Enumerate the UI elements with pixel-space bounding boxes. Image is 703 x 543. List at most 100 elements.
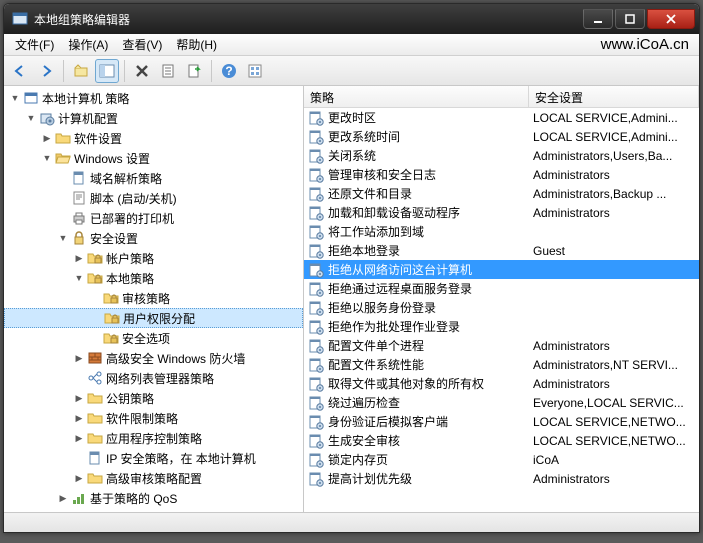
twist-icon[interactable]: ▶ (72, 393, 86, 404)
policy-row[interactable]: 还原文件和目录Administrators,Backup ... (304, 184, 699, 203)
policy-row[interactable]: 拒绝作为批处理作业登录 (304, 317, 699, 336)
tree-account-policies[interactable]: ▶帐户策略 (4, 248, 303, 268)
twist-icon[interactable]: ▼ (24, 113, 38, 123)
tree-security-settings[interactable]: ▼安全设置 (4, 228, 303, 248)
lockFolder-icon (87, 270, 103, 286)
tree-security-options[interactable]: 安全选项 (4, 328, 303, 348)
policy-label: 还原文件和目录 (328, 185, 412, 202)
policy-row[interactable]: 锁定内存页iCoA (304, 450, 699, 469)
policy-row[interactable]: 将工作站添加到域 (304, 222, 699, 241)
forward-button[interactable] (34, 59, 58, 83)
firewall-icon (87, 350, 103, 366)
tree-software-settings[interactable]: ▶软件设置 (4, 128, 303, 148)
help-button[interactable]: ? (217, 59, 241, 83)
twist-icon[interactable]: ▼ (8, 93, 22, 103)
minimize-button[interactable] (583, 9, 613, 29)
tree-audit-policy[interactable]: 审核策略 (4, 288, 303, 308)
menu-view[interactable]: 查看(V) (115, 34, 169, 55)
tree-public-key[interactable]: ▶公钥策略 (4, 388, 303, 408)
twist-icon[interactable]: ▶ (72, 413, 86, 424)
tree-root[interactable]: ▼ 本地计算机 策略 (4, 88, 303, 108)
policy-cell: 将工作站添加到域 (304, 223, 529, 240)
policy-row[interactable]: 配置文件单个进程Administrators (304, 336, 699, 355)
twist-icon[interactable]: ▶ (72, 253, 86, 264)
policy-row[interactable]: 拒绝以服务身份登录 (304, 298, 699, 317)
tree-label: IP 安全策略，在 本地计算机 (106, 450, 260, 467)
twist-icon[interactable]: ▼ (56, 233, 70, 243)
policy-row[interactable]: 配置文件系统性能Administrators,NT SERVI... (304, 355, 699, 374)
policy-row[interactable]: 拒绝从网络访问这台计算机 (304, 260, 699, 279)
menu-help[interactable]: 帮助(H) (169, 34, 224, 55)
tree-advanced-audit[interactable]: ▶ 高级审核策略配置 (4, 468, 303, 488)
tree-network-list[interactable]: 网络列表管理器策略 (4, 368, 303, 388)
show-hide-tree-button[interactable] (95, 59, 119, 83)
tree-printers[interactable]: 已部署的打印机 (4, 208, 303, 228)
policy-cell: 拒绝通过远程桌面服务登录 (304, 280, 529, 297)
tree-label: 审核策略 (122, 290, 174, 307)
tree-local-policies[interactable]: ▼ 本地策略 (4, 268, 303, 288)
policy-item-icon (308, 224, 324, 240)
tree-label: 高级审核策略配置 (106, 470, 206, 487)
tree-firewall[interactable]: ▶ 高级安全 Windows 防火墙 (4, 348, 303, 368)
tree-label: 高级安全 Windows 防火墙 (106, 350, 249, 367)
maximize-button[interactable] (615, 9, 645, 29)
tree-qos[interactable]: ▶基于策略的 QoS (4, 488, 303, 508)
twist-icon[interactable]: ▼ (40, 153, 54, 163)
twist-icon[interactable]: ▶ (40, 133, 54, 144)
twist-icon[interactable]: ▶ (72, 353, 86, 364)
policy-row[interactable]: 生成安全审核LOCAL SERVICE,NETWO... (304, 431, 699, 450)
delete-button[interactable] (130, 59, 154, 83)
policy-cell: 提高计划优先级 (304, 470, 529, 487)
lock-icon (71, 230, 87, 246)
tree-pane[interactable]: ▼ 本地计算机 策略▼计算机配置▶软件设置▼Windows 设置域名解析策略脚本 … (4, 86, 304, 512)
policy-row[interactable]: 提高计划优先级Administrators (304, 469, 699, 488)
tree-windows-settings[interactable]: ▼Windows 设置 (4, 148, 303, 168)
tree-label: 本地计算机 策略 (42, 90, 133, 107)
tree-label: 本地策略 (106, 270, 158, 287)
tree-app-control[interactable]: ▶应用程序控制策略 (4, 428, 303, 448)
policy-row[interactable]: 加载和卸载设备驱动程序Administrators (304, 203, 699, 222)
titlebar[interactable]: 本地组策略编辑器 (4, 4, 699, 34)
policy-cell: 拒绝从网络访问这台计算机 (304, 261, 529, 278)
policy-row[interactable]: 更改时区LOCAL SERVICE,Admini... (304, 108, 699, 127)
tree-user-rights[interactable]: 用户权限分配 (4, 308, 303, 328)
properties-button[interactable] (156, 59, 180, 83)
back-button[interactable] (8, 59, 32, 83)
twist-icon[interactable]: ▶ (56, 493, 70, 504)
twist-icon[interactable]: ▶ (72, 473, 86, 484)
policy-row[interactable]: 更改系统时间LOCAL SERVICE,Admini... (304, 127, 699, 146)
security-cell: Administrators (529, 472, 699, 486)
export-button[interactable] (182, 59, 206, 83)
security-cell: Administrators (529, 168, 699, 182)
twist-icon[interactable]: ▼ (72, 273, 86, 283)
policy-row[interactable]: 拒绝通过远程桌面服务登录 (304, 279, 699, 298)
col-policy[interactable]: 策略 (304, 86, 529, 107)
tree-scripts[interactable]: 脚本 (启动/关机) (4, 188, 303, 208)
tree-name-resolution[interactable]: 域名解析策略 (4, 168, 303, 188)
policy-row[interactable]: 绕过遍历检查Everyone,LOCAL SERVIC... (304, 393, 699, 412)
policy-label: 拒绝本地登录 (328, 242, 400, 259)
filter-button[interactable] (243, 59, 267, 83)
twist-icon[interactable]: ▶ (72, 433, 86, 444)
up-button[interactable] (69, 59, 93, 83)
list-body[interactable]: 更改时区LOCAL SERVICE,Admini...更改系统时间LOCAL S… (304, 108, 699, 512)
tree-label: 用户权限分配 (123, 310, 199, 327)
tree-computer-config[interactable]: ▼计算机配置 (4, 108, 303, 128)
tree-ipsec[interactable]: IP 安全策略，在 本地计算机 (4, 448, 303, 468)
policy-row[interactable]: 管理审核和安全日志Administrators (304, 165, 699, 184)
policy-label: 拒绝从网络访问这台计算机 (328, 261, 472, 278)
col-security[interactable]: 安全设置 (529, 86, 699, 107)
tree-software-restriction[interactable]: ▶软件限制策略 (4, 408, 303, 428)
tree-label: 已部署的打印机 (90, 210, 178, 227)
policy-cell: 还原文件和目录 (304, 185, 529, 202)
policy-cell: 绕过遍历检查 (304, 394, 529, 411)
menu-action[interactable]: 操作(A) (61, 34, 115, 55)
menu-file[interactable]: 文件(F) (8, 34, 61, 55)
policy-row[interactable]: 关闭系统Administrators,Users,Ba... (304, 146, 699, 165)
policy-label: 配置文件单个进程 (328, 337, 424, 354)
close-button[interactable] (647, 9, 695, 29)
policy-row[interactable]: 身份验证后模拟客户端LOCAL SERVICE,NETWO... (304, 412, 699, 431)
policy-row[interactable]: 取得文件或其他对象的所有权Administrators (304, 374, 699, 393)
policy-row[interactable]: 拒绝本地登录Guest (304, 241, 699, 260)
policy-icon (71, 170, 87, 186)
